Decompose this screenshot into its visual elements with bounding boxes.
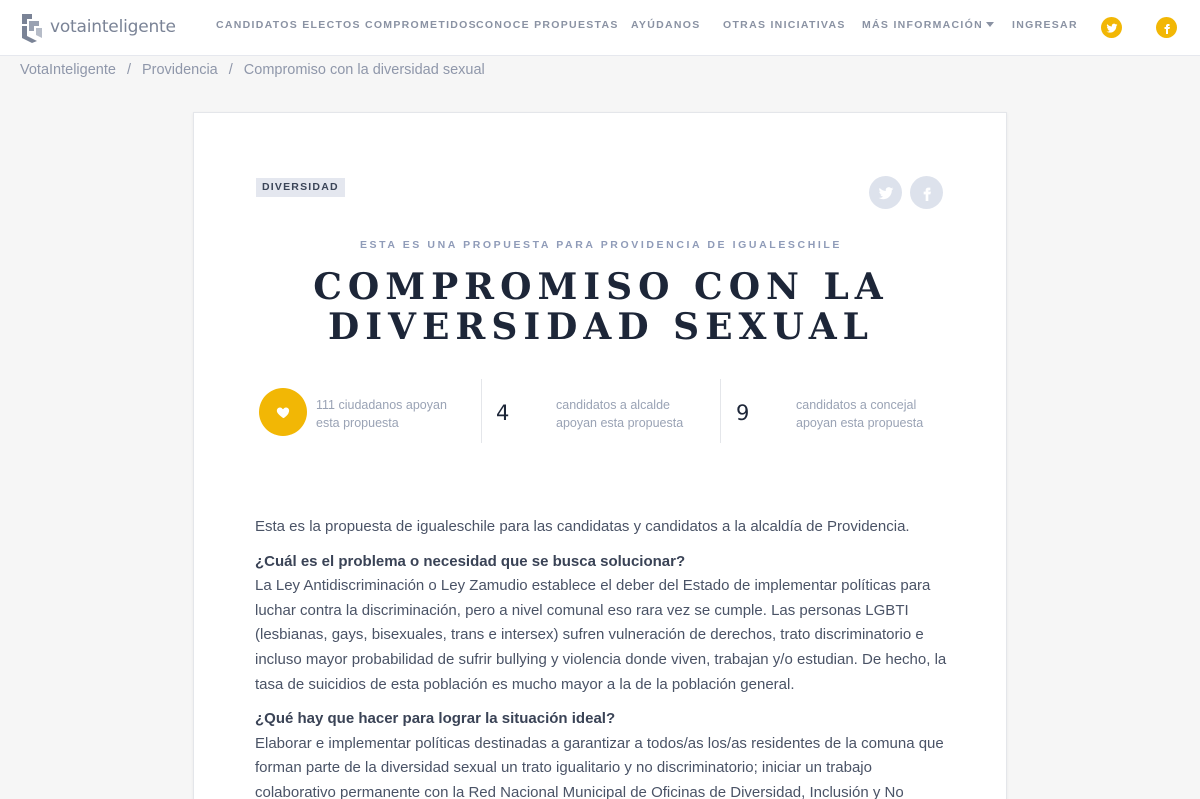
answer-text: La Ley Antidiscriminación o Ley Zamudio … — [255, 577, 947, 693]
proposal-title-line-2: DIVERSIDAD SEXUAL — [328, 306, 874, 348]
council-candidates-count: 9 — [736, 401, 750, 425]
nav-candidatos-electos[interactable]: CANDIDATOS ELECTOS COMPROMETIDOS — [216, 19, 477, 31]
proposal-section-solution: ¿Qué hay que hacer para lograr la situac… — [255, 707, 955, 799]
council-candidates-stat: candidatos a concejal apoyan esta propue… — [796, 396, 946, 432]
category-tag[interactable]: DIVERSIDAD — [256, 178, 345, 197]
supporters-stat: 111 ciudadanos apoyan esta propuesta — [316, 396, 466, 432]
proposal-intro: Esta es la propuesta de igualeschile par… — [255, 518, 910, 535]
heart-icon — [276, 407, 289, 418]
nav-otras-iniciativas[interactable]: OTRAS INICIATIVAS — [723, 19, 846, 31]
council-text-line-2: apoyan esta propuesta — [796, 416, 924, 430]
proposal-kicker: ESTA ES UNA PROPUESTA PARA PROVIDENCIA D… — [359, 239, 843, 251]
twitter-icon — [878, 186, 893, 199]
mayor-candidates-count: 4 — [496, 401, 510, 425]
header-facebook-button[interactable] — [1156, 17, 1177, 38]
facebook-icon — [1164, 23, 1170, 34]
chevron-down-icon — [986, 22, 994, 27]
support-button[interactable] — [259, 388, 307, 436]
breadcrumb-providencia[interactable]: Providencia — [142, 62, 218, 78]
nav-ingresar[interactable]: INGRESAR — [1012, 19, 1078, 31]
mayor-text-line-2: apoyan esta propuesta — [556, 416, 684, 430]
mayor-candidates-stat: candidatos a alcalde apoyan esta propues… — [556, 396, 706, 432]
facebook-icon — [923, 187, 931, 201]
header-twitter-button[interactable] — [1101, 17, 1122, 38]
breadcrumb-separator: / — [228, 62, 233, 78]
breadcrumb: VotaInteligente / Providencia / Compromi… — [20, 62, 485, 78]
breadcrumb-home[interactable]: VotaInteligente — [20, 62, 116, 78]
supporters-text-line-1: 111 ciudadanos apoyan — [316, 398, 447, 412]
stat-divider — [481, 379, 482, 443]
proposal-title-line-1: COMPROMISO CON LA — [313, 266, 889, 308]
mayor-text-line-1: candidatos a alcalde — [556, 398, 670, 412]
question-heading: ¿Qué hay que hacer para lograr la situac… — [255, 710, 616, 728]
proposal-card: DIVERSIDAD ESTA ES UNA PROPUESTA PARA PR… — [193, 112, 1007, 799]
council-text-line-1: candidatos a concejal — [796, 398, 917, 412]
stat-divider — [720, 379, 721, 443]
question-heading: ¿Cuál es el problema o necesidad que se … — [255, 552, 686, 570]
nav-ayudanos[interactable]: AYÚDANOS — [631, 19, 701, 31]
twitter-icon — [1106, 23, 1117, 33]
nav-mas-informacion-label: MÁS INFORMACIÓN — [862, 19, 983, 31]
supporters-text-line-2: esta propuesta — [316, 416, 399, 430]
top-header: votainteligente CANDIDATOS ELECTOS COMPR… — [0, 0, 1200, 56]
breadcrumb-separator: / — [126, 62, 131, 78]
nav-conoce-propuestas[interactable]: CONOCE PROPUESTAS — [476, 19, 619, 31]
nav-mas-informacion[interactable]: MÁS INFORMACIÓN — [862, 19, 994, 31]
proposal-title: COMPROMISO CON LA DIVERSIDAD SEXUAL — [194, 267, 1008, 347]
share-twitter-button[interactable] — [869, 176, 902, 209]
breadcrumb-current: Compromiso con la diversidad sexual — [243, 62, 485, 78]
proposal-section-problem: ¿Cuál es el problema o necesidad que se … — [255, 550, 955, 698]
answer-text: Elaborar e implementar políticas destina… — [255, 734, 944, 799]
share-facebook-button[interactable] — [910, 176, 943, 209]
proposal-body: Esta es la propuesta de igualeschile par… — [255, 515, 955, 799]
main-nav: CANDIDATOS ELECTOS COMPROMETIDOS CONOCE … — [0, 0, 1200, 56]
